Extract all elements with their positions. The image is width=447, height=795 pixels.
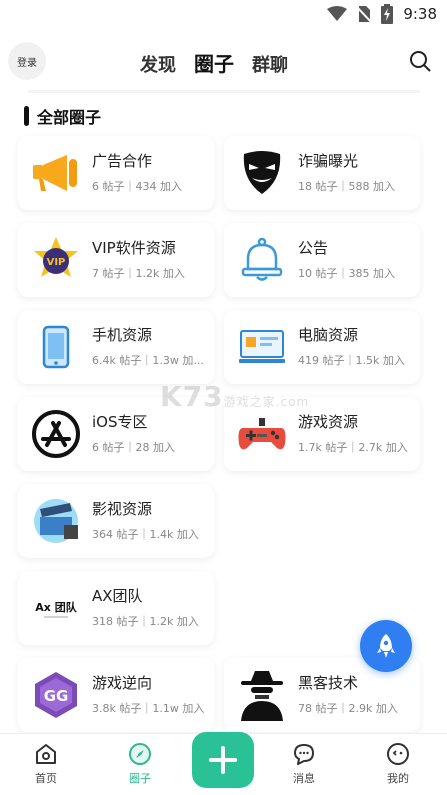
circle-meta: 6.4k 帖子｜1.3w 加... (92, 354, 204, 367)
circle-meta: 318 帖子｜1.2k 加入 (92, 615, 199, 628)
mask-icon (236, 150, 288, 196)
bell-icon (236, 237, 288, 283)
svg-text:GG: GG (44, 687, 69, 705)
computer-icon (236, 324, 288, 370)
top-divider (28, 90, 420, 93)
section-marker (24, 106, 29, 126)
tab-group-chat[interactable]: 群聊 (252, 51, 288, 77)
nav-profile-label: 我的 (387, 772, 409, 785)
circle-card-film-resources[interactable]: 影视资源 364 帖子｜1.4k 加入 (18, 484, 214, 558)
status-icons: 9:38 (327, 4, 437, 24)
circle-meta: 364 帖子｜1.4k 加入 (92, 528, 199, 541)
top-bar: 登录 发现 圈子 群聊 (0, 32, 447, 90)
circle-meta: 18 帖子｜588 加入 (298, 180, 395, 193)
circle-meta: 6 帖子｜434 加入 (92, 180, 182, 193)
circle-name: 公告 (298, 239, 329, 257)
gamepad-icon (236, 411, 288, 457)
circle-name: 黑客技术 (298, 674, 359, 692)
megaphone-icon (30, 150, 82, 196)
circle-meta: 7 帖子｜1.2k 加入 (92, 267, 185, 280)
wifi-icon (327, 6, 348, 21)
nav-home[interactable]: 首页 (16, 742, 76, 786)
circle-meta: 10 帖子｜385 加入 (298, 267, 395, 280)
section-header: 全部圈子 (24, 104, 101, 128)
section-title: 全部圈子 (37, 108, 102, 127)
circle-meta: 419 帖子｜1.5k 加入 (298, 354, 405, 367)
search-icon[interactable] (409, 50, 431, 72)
circle-card-ads[interactable]: 广告合作 6 帖子｜434 加入 (18, 136, 214, 210)
watermark-sub: 游戏之家 (223, 395, 276, 409)
circle-name: 手机资源 (92, 326, 153, 344)
nav-circles-label: 圈子 (129, 772, 151, 785)
nav-messages[interactable]: 消息 (274, 742, 334, 786)
circle-meta: 3.8k 帖子｜1.1w 加入 (92, 702, 205, 715)
bottom-nav: 首页 圈子 消息 我的 (0, 732, 447, 795)
tab-discover[interactable]: 发现 (140, 51, 176, 77)
nav-home-label: 首页 (35, 772, 57, 785)
circle-card-pc-resources[interactable]: 电脑资源 419 帖子｜1.5k 加入 (224, 310, 420, 384)
plus-icon (209, 746, 237, 774)
circle-name: 游戏逆向 (92, 674, 153, 692)
circle-meta: 1.7k 帖子｜2.7k 加入 (298, 441, 408, 454)
circle-card-game-reversing[interactable]: GG 游戏逆向 3.8k 帖子｜1.1w 加入 (18, 658, 214, 732)
rocket-button[interactable] (360, 620, 412, 672)
profile-icon (387, 743, 409, 765)
login-button[interactable]: 登录 (8, 42, 46, 80)
watermark-domain: .com (275, 395, 310, 409)
svg-text:VIP: VIP (47, 257, 66, 268)
clapperboard-icon (30, 498, 82, 544)
circle-name: VIP软件资源 (92, 239, 176, 257)
circle-card-phone-resources[interactable]: 手机资源 6.4k 帖子｜1.3w 加... (18, 310, 214, 384)
circle-card-scam-exposure[interactable]: 诈骗曝光 18 帖子｜588 加入 (224, 136, 420, 210)
rocket-icon (377, 634, 395, 658)
svg-text:Ax 团队: Ax 团队 (35, 600, 77, 614)
vip-badge-icon: VIP (30, 237, 82, 283)
gg-logo-icon: GG (30, 672, 82, 718)
compass-icon (129, 743, 151, 765)
circle-name: 广告合作 (92, 152, 153, 170)
battery-charging-icon (381, 4, 394, 24)
top-tabs: 发现 圈子 群聊 (140, 48, 288, 77)
phone-icon (30, 324, 82, 370)
status-bar: 9:38 (0, 0, 447, 32)
circle-meta: 78 帖子｜2.9k 加入 (298, 702, 398, 715)
ax-team-logo: Ax 团队 (30, 585, 82, 631)
message-icon (294, 744, 314, 765)
circle-name: 诈骗曝光 (298, 152, 359, 170)
post-plus-button[interactable] (192, 732, 254, 788)
circle-card-vip-software[interactable]: VIP VIP软件资源 7 帖子｜1.2k 加入 (18, 223, 214, 297)
circle-name: iOS专区 (92, 413, 148, 431)
nav-circles[interactable]: 圈子 (110, 742, 170, 786)
circle-name: 电脑资源 (298, 326, 359, 344)
circle-name: AX团队 (92, 587, 143, 605)
tab-circles[interactable]: 圈子 (194, 48, 234, 77)
nav-messages-label: 消息 (293, 772, 315, 785)
circle-card-ax-team[interactable]: Ax 团队 AX团队 318 帖子｜1.2k 加入 (18, 571, 214, 645)
circle-name: 影视资源 (92, 500, 153, 518)
app-store-icon (30, 410, 82, 458)
no-sim-icon (357, 6, 372, 23)
watermark-main: K73 (160, 380, 224, 413)
k73-watermark: K73游戏之家.com (160, 380, 309, 413)
nav-profile[interactable]: 我的 (368, 742, 428, 786)
circle-meta: 6 帖子｜28 加入 (92, 441, 175, 454)
status-time: 9:38 (403, 5, 437, 23)
circle-name: 游戏资源 (298, 413, 359, 431)
circle-card-announcement[interactable]: 公告 10 帖子｜385 加入 (224, 223, 420, 297)
hacker-spy-icon (236, 671, 288, 721)
home-icon (36, 744, 56, 764)
